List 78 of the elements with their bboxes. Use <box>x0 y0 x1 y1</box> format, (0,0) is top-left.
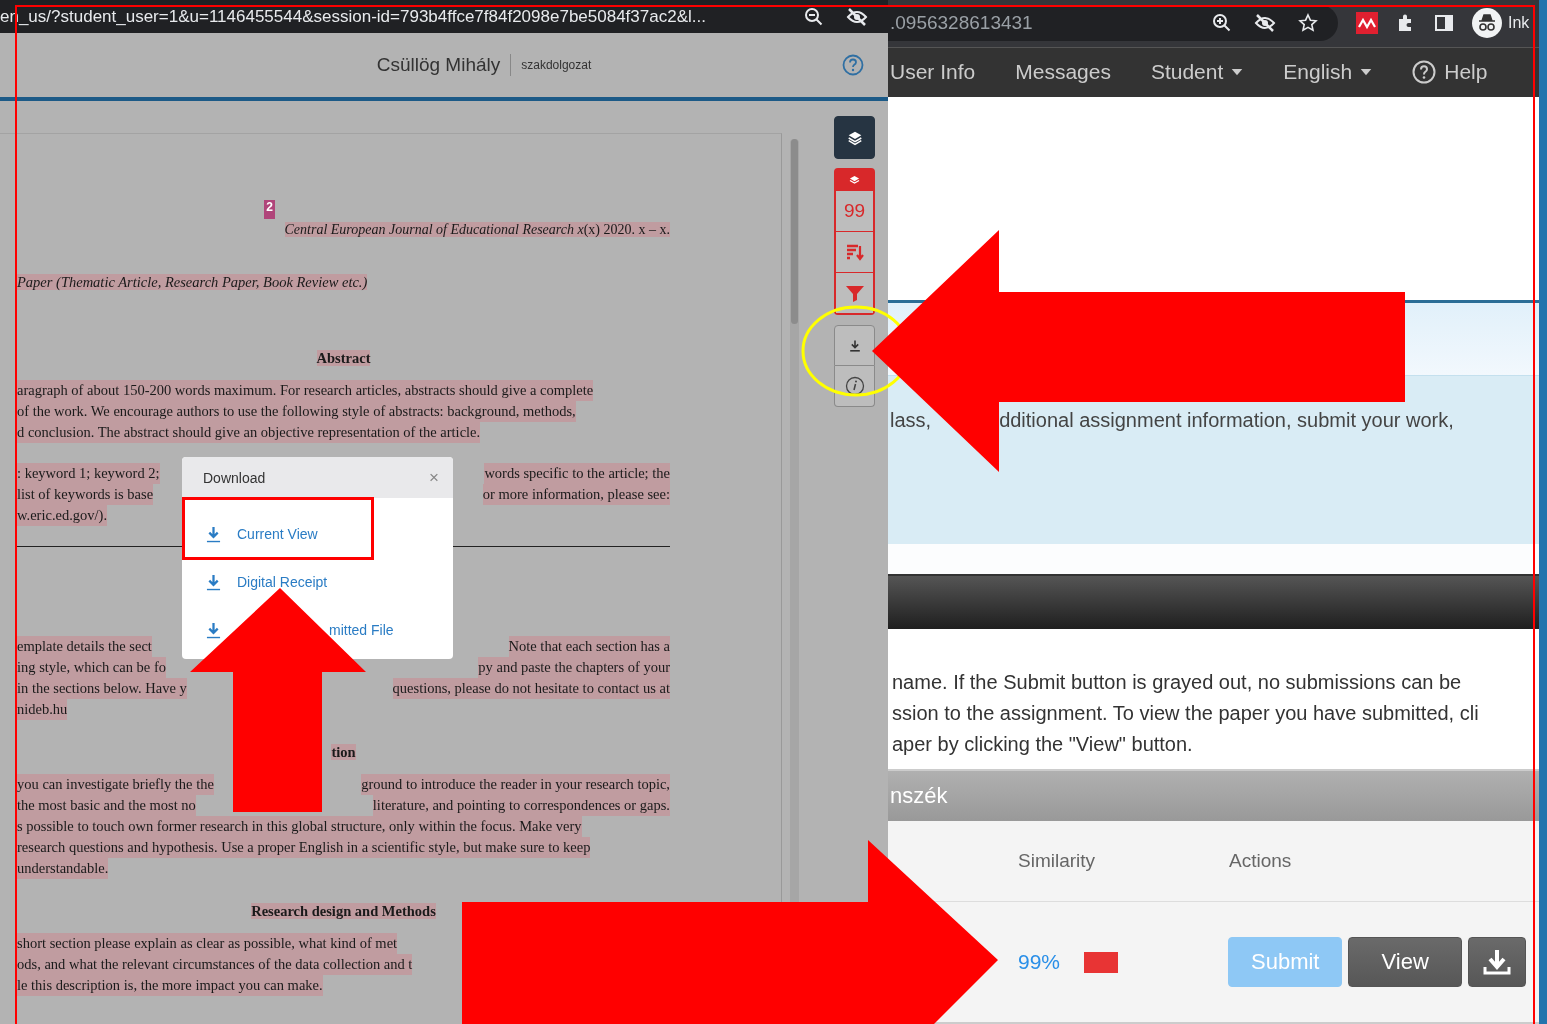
download-option[interactable]: Digital Receipt <box>237 574 328 590</box>
paragraph-text: py and paste the chapters of your <box>478 657 670 678</box>
layers-icon <box>848 173 861 187</box>
sidebar-icon[interactable] <box>1434 13 1454 34</box>
profile-name[interactable]: Ink <box>1508 14 1530 33</box>
extension-icon[interactable] <box>1356 12 1378 35</box>
paragraph-text: or more information, please see: <box>482 484 670 505</box>
eye-slash-icon[interactable] <box>846 6 868 27</box>
section-heading: Research design and Methods <box>251 903 436 919</box>
incognito-avatar-icon[interactable] <box>1472 8 1502 39</box>
paragraph-text: nideb.hu <box>17 699 68 720</box>
section-heading: tion <box>331 744 356 760</box>
paragraph-text: le this description is, the more impact you can make. <box>17 975 323 996</box>
address-bar[interactable]: .0956328613431 <box>888 5 1338 42</box>
instruction-text: aper by clicking the "View" button. <box>892 732 1194 758</box>
paragraph-text: ground to introduce the reader in your research topic, <box>361 774 670 795</box>
nav-link[interactable]: English <box>1283 60 1373 85</box>
class-name: nszék <box>890 783 948 810</box>
paragraph-text: s possible to touch own former research in this global structure, only within the focus. Make very <box>17 816 582 837</box>
paragraph-text: the most basic and the most no <box>17 795 196 816</box>
instruction-text: ssion to the assignment. To view the paper you have submitted, cli <box>892 701 1480 727</box>
download-icon <box>1481 947 1512 978</box>
paragraph-text: you can investigate briefly the the <box>17 774 214 795</box>
sort-icon <box>844 242 865 262</box>
paragraph-text: understandable. <box>17 858 109 879</box>
nav-link[interactable]: Help <box>1412 60 1488 85</box>
url-text: .0956328613431 <box>889 12 1034 35</box>
paragraph-text: research questions and hypothesis. Use a proper English in a scientific style, but make sure to keep <box>17 837 591 858</box>
help-icon[interactable] <box>842 54 864 76</box>
paragraph-text: of the work. We encourage authors to use the following style of abstracts: background, methods, <box>17 401 576 422</box>
paragraph-text: ing style, which can be fo <box>17 657 166 678</box>
column-header: Actions <box>1229 850 1293 873</box>
info-text: lass, <box>890 408 932 432</box>
paragraph-text: : keyword 1; keyword 2; <box>17 463 160 484</box>
paragraph-text: d conclusion. The abstract should give an objective representation of the article. <box>17 422 481 443</box>
paragraph-text: words specific to the article; the <box>484 463 670 484</box>
eye-slash-icon[interactable] <box>1254 13 1276 34</box>
paragraph-text: questions, please do not hesitate to contact us at <box>392 678 670 699</box>
paragraph-text: list of keywords is base <box>17 484 154 505</box>
paragraph-text: emplate details the sect <box>17 636 152 657</box>
paragraph-text: ods, and what the relevant circumstances of the data collection and t <box>17 954 413 975</box>
document-title: szakdolgozat <box>520 58 592 72</box>
paragraph-text: w.eric.ed.gov/). <box>17 505 108 526</box>
zoom-icon[interactable] <box>804 6 824 27</box>
column-header: Similarity <box>1018 850 1097 873</box>
dialog-title: Download <box>203 469 266 486</box>
help-icon <box>1412 60 1437 85</box>
paragraph-text: Note that each section has a <box>508 636 670 657</box>
download-icon <box>206 621 221 639</box>
download-option[interactable]: Current View <box>237 526 318 542</box>
article-type-text: Paper (Thematic Article, Research Paper, Book Review etc.) <box>17 274 368 290</box>
layers-button[interactable] <box>834 116 875 159</box>
citation-text: Central European Journal of Educational Research x(x) 2020. x – x. <box>284 222 670 237</box>
similarity-link[interactable]: 99% <box>1018 950 1061 975</box>
zoom-icon[interactable] <box>1212 13 1232 34</box>
section-heading: Abstract <box>316 350 371 366</box>
nav-link[interactable]: Messages <box>1015 60 1111 85</box>
view-button[interactable]: View <box>1348 937 1462 988</box>
download-button[interactable] <box>1467 937 1526 988</box>
scrollbar-thumb[interactable] <box>791 139 798 324</box>
paragraph-text: aragraph of about 150-200 words maximum. For research articles, abstracts should give a complete <box>17 380 594 401</box>
download-icon <box>206 573 221 591</box>
filter-icon <box>844 283 865 303</box>
star-icon[interactable] <box>1298 13 1318 34</box>
download-option[interactable]: mitted File <box>329 622 394 638</box>
page-number-badge: 2 <box>264 200 275 219</box>
nav-link[interactable]: Student <box>1150 60 1244 85</box>
info-text: dditional assignment information, submit your work, <box>999 408 1454 432</box>
author-name: Csüllög Mihály <box>376 54 512 76</box>
info-button[interactable] <box>834 366 875 407</box>
paragraph-text: short section please explain as clear as possible, what kind of met <box>17 933 398 954</box>
instruction-text: name. If the Submit button is grayed out, no submissions can be <box>892 670 1463 696</box>
paragraph-text: literature, and pointing to correspondences or gaps. <box>372 795 670 816</box>
info-icon <box>844 376 865 396</box>
nav-link[interactable]: User Info <box>890 60 976 85</box>
paragraph-text: in the sections below. Have y <box>17 678 187 699</box>
filter-button[interactable] <box>836 272 873 313</box>
download-icon <box>206 525 221 543</box>
